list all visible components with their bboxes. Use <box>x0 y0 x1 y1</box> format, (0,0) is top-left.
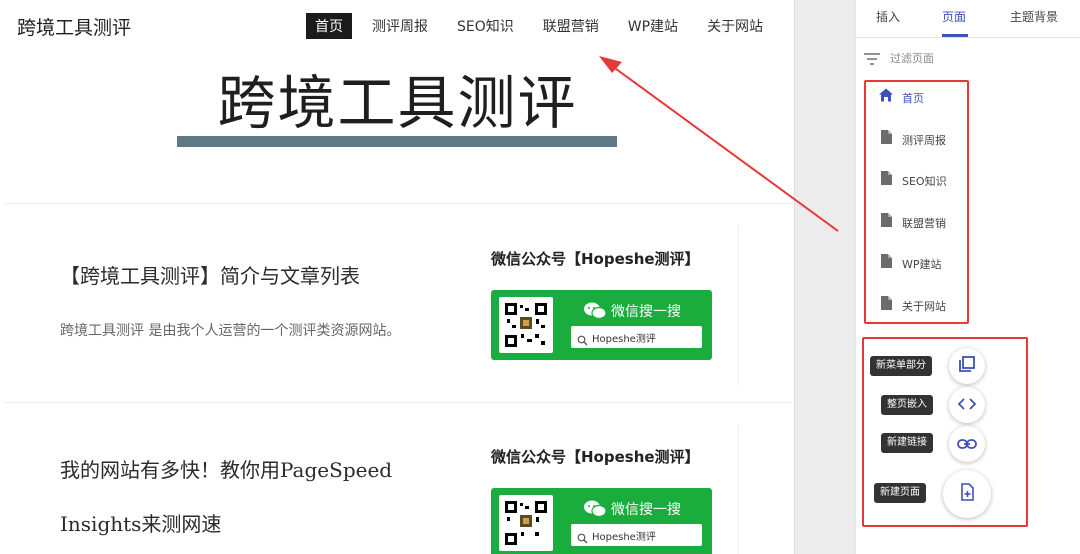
panel-tabs: 插入 页面 主题背景 <box>856 0 1080 38</box>
site-header: 跨境工具测评 首页 测评周报 SEO知识 联盟营销 WP建站 关于网站 <box>0 0 794 52</box>
column-divider <box>738 425 739 554</box>
wechat-search-text: Hopeshe测评 <box>592 334 656 345</box>
tab-insert[interactable]: 插入 <box>876 8 900 25</box>
wechat-search-box[interactable]: Hopeshe测评 <box>571 524 702 546</box>
post-title[interactable]: 我的网站有多快！教你用PageSpeed Insights来测网速 <box>60 443 440 551</box>
section-divider <box>5 203 794 204</box>
widget-title: 微信公众号【Hopeshe测评】 <box>491 250 700 268</box>
wechat-card[interactable]: 微信搜一搜 Hopeshe测评 <box>491 488 712 554</box>
wechat-search-label: 微信搜一搜 <box>611 502 681 518</box>
wechat-logo-icon <box>583 499 607 523</box>
wechat-search-label: 微信搜一搜 <box>611 304 681 320</box>
active-tab-indicator <box>942 34 968 37</box>
hero-title: 跨境工具测评 <box>217 69 578 137</box>
wechat-logo-icon <box>583 301 607 325</box>
section-divider <box>5 402 794 403</box>
nav-item-wp[interactable]: WP建站 <box>619 13 687 39</box>
search-icon <box>577 529 588 548</box>
nav-item-affiliate[interactable]: 联盟营销 <box>534 13 608 39</box>
wechat-search-text: Hopeshe测评 <box>592 532 656 543</box>
filter-label: 过滤页面 <box>890 52 934 65</box>
nav-item-seo[interactable]: SEO知识 <box>448 13 523 39</box>
tab-pages[interactable]: 页面 <box>942 8 966 25</box>
nav-item-about[interactable]: 关于网站 <box>698 13 772 39</box>
filter-icon <box>864 50 880 69</box>
search-icon <box>577 331 588 350</box>
site-preview: 跨境工具测评 首页 测评周报 SEO知识 联盟营销 WP建站 关于网站 跨境工具… <box>0 0 795 554</box>
tab-themes[interactable]: 主题背景 <box>1010 8 1058 25</box>
column-divider <box>738 225 739 385</box>
qr-code-icon <box>499 495 553 551</box>
wechat-card[interactable]: 微信搜一搜 Hopeshe测评 <box>491 290 712 360</box>
post-title[interactable]: 【跨境工具测评】简介与文章列表 <box>60 260 360 289</box>
site-title[interactable]: 跨境工具测评 <box>17 13 131 40</box>
screenshot-root: 跨境工具测评 首页 测评周报 SEO知识 联盟营销 WP建站 关于网站 跨境工具… <box>0 0 1080 554</box>
post-excerpt: 跨境工具测评 是由我个人运营的一个测评类资源网站。 <box>60 323 401 339</box>
site-nav: 首页 测评周报 SEO知识 联盟营销 WP建站 关于网站 <box>306 13 783 39</box>
widget-title: 微信公众号【Hopeshe测评】 <box>491 448 700 466</box>
hero-underline-bar <box>177 136 617 147</box>
nav-item-home[interactable]: 首页 <box>306 13 352 39</box>
wechat-search-box[interactable]: Hopeshe测评 <box>571 326 702 348</box>
nav-item-weekly[interactable]: 测评周报 <box>363 13 437 39</box>
annotation-box-actions <box>862 337 1028 527</box>
qr-code-icon <box>499 297 553 353</box>
annotation-box-page-list <box>864 80 969 324</box>
